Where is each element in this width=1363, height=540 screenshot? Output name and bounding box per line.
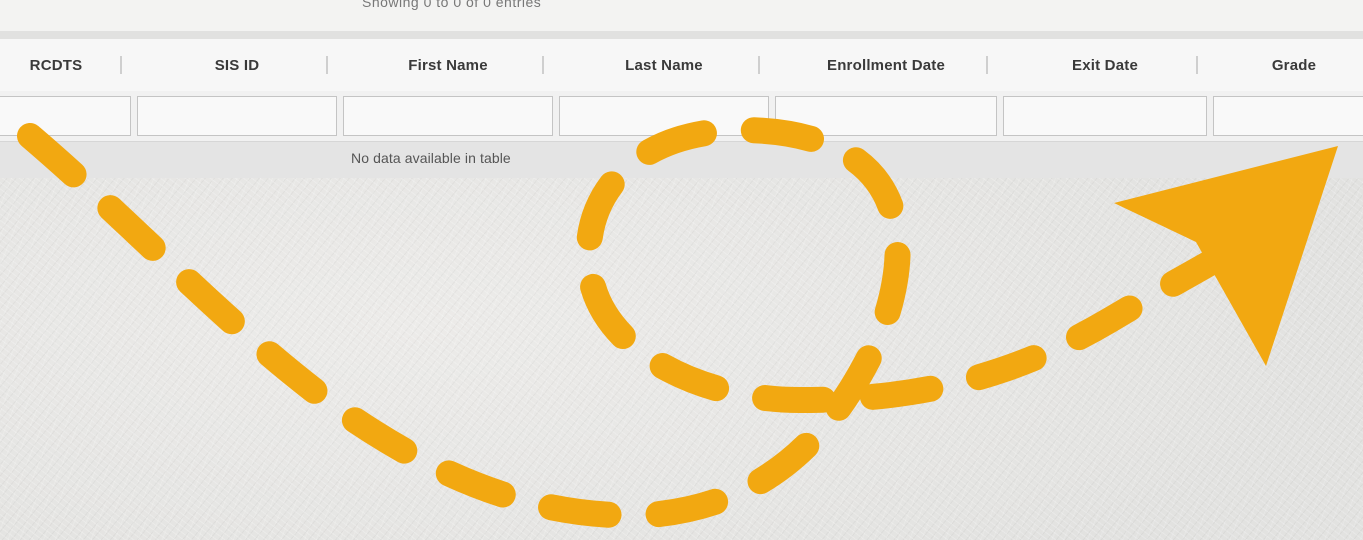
table-header-row: RCDTS SIS ID First Name Last Name Enroll… xyxy=(0,39,1363,91)
column-header-label: RCDTS xyxy=(29,56,83,74)
column-header-label: Grade xyxy=(1271,56,1317,74)
sort-icon xyxy=(758,56,760,74)
column-header-grade[interactable]: Grade xyxy=(1210,39,1363,91)
filter-input-rcdts[interactable] xyxy=(0,96,131,136)
filter-cell xyxy=(556,91,772,141)
column-header-enrollment-date[interactable]: Enrollment Date xyxy=(772,39,1000,91)
sort-icon xyxy=(542,56,544,74)
data-table: RCDTS SIS ID First Name Last Name Enroll… xyxy=(0,39,1363,178)
filter-cell xyxy=(1210,91,1363,141)
filter-input-grade[interactable] xyxy=(1213,96,1363,136)
filter-input-sis-id[interactable] xyxy=(137,96,337,136)
column-header-label: Last Name xyxy=(625,56,703,74)
filter-cell xyxy=(340,91,556,141)
column-header-last-name[interactable]: Last Name xyxy=(556,39,772,91)
sort-icon xyxy=(326,56,328,74)
table-empty-row: No data available in table xyxy=(0,141,1363,178)
column-header-exit-date[interactable]: Exit Date xyxy=(1000,39,1210,91)
column-header-label: Exit Date xyxy=(1072,56,1138,74)
table-top-border xyxy=(0,31,1363,39)
sort-icon xyxy=(1196,56,1198,74)
table-panel: Showing 0 to 0 of 0 entries RCDTS SIS ID… xyxy=(0,0,1363,178)
column-header-label: SIS ID xyxy=(214,56,260,74)
table-info-text: Showing 0 to 0 of 0 entries xyxy=(362,0,542,10)
column-header-first-name[interactable]: First Name xyxy=(340,39,556,91)
filter-input-last-name[interactable] xyxy=(559,96,769,136)
arrow-head-icon xyxy=(1114,146,1338,366)
column-filter-row xyxy=(0,91,1363,141)
filter-cell xyxy=(134,91,340,141)
filter-input-first-name[interactable] xyxy=(343,96,553,136)
column-header-rcdts[interactable]: RCDTS xyxy=(0,39,134,91)
column-header-label: First Name xyxy=(408,56,488,74)
dashed-loop-path xyxy=(17,116,1253,529)
filter-cell xyxy=(1000,91,1210,141)
filter-cell xyxy=(0,91,134,141)
filter-cell xyxy=(772,91,1000,141)
column-header-sis-id[interactable]: SIS ID xyxy=(134,39,340,91)
filter-input-exit-date[interactable] xyxy=(1003,96,1207,136)
sort-icon xyxy=(986,56,988,74)
column-header-label: Enrollment Date xyxy=(826,56,946,74)
sort-icon xyxy=(120,56,122,74)
filter-input-enrollment-date[interactable] xyxy=(775,96,997,136)
empty-table-message: No data available in table xyxy=(351,150,511,166)
